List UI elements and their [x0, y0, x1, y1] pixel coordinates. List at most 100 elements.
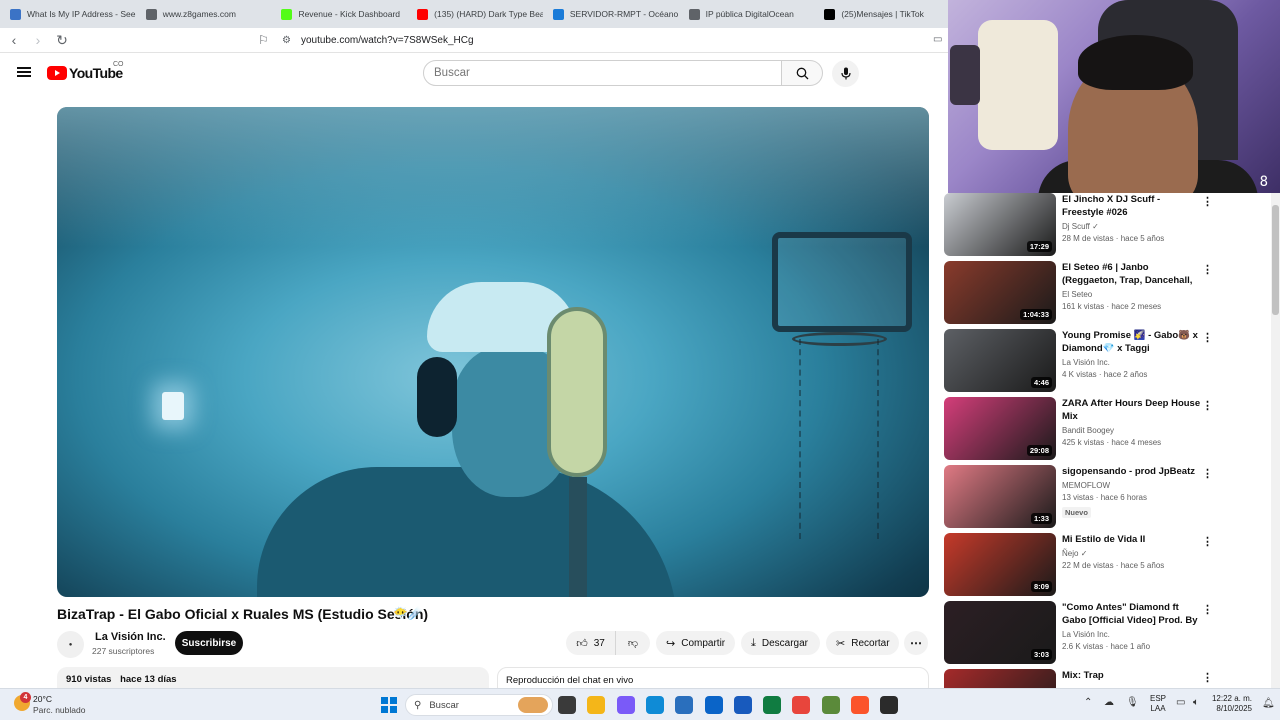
channel-avatar[interactable]: ●	[57, 631, 84, 658]
extensions-icon[interactable]: ▭	[933, 34, 942, 45]
input-language[interactable]: ESP LAA	[1150, 694, 1166, 714]
video-menu-icon[interactable]: ⋮	[1202, 671, 1213, 684]
scrollbar-thumb[interactable]	[1272, 205, 1279, 315]
browser-tab[interactable]: IP pública DigitalOcean	[679, 0, 815, 28]
video-card-meta: 13 vistas · hace 6 horas	[1062, 493, 1147, 502]
copilot-icon[interactable]	[616, 696, 635, 714]
video-card-title[interactable]: ZARA After Hours Deep House Mix	[1062, 397, 1202, 423]
video-card-title[interactable]: El Jincho X DJ Scuff - Freestyle #026	[1062, 193, 1202, 219]
video-thumbnail[interactable]: 3:03	[944, 601, 1056, 664]
video-card-title[interactable]: El Seteo #6 | Janbo (Reggaeton, Trap, Da…	[1062, 261, 1202, 287]
network-icon[interactable]: ▭	[1176, 697, 1185, 708]
notification-bell-icon[interactable]: 🔔︎	[1262, 698, 1275, 709]
start-button[interactable]	[381, 697, 397, 713]
video-menu-icon[interactable]: ⋮	[1202, 195, 1213, 208]
video-card-channel[interactable]: MEMOFLOW	[1062, 481, 1202, 490]
tray-overflow-icon[interactable]: ⌃	[1084, 697, 1092, 708]
recommended-video[interactable]: 1:33 sigopensando - prod JpBeatz MEMOFLOW 1…	[944, 465, 1274, 533]
recommended-video[interactable]: 17:29 El Jincho X DJ Scuff - Freestyle #0…	[944, 193, 1274, 261]
taskbar-search[interactable]: ⚲ Buscar	[405, 694, 553, 716]
video-card-channel[interactable]: La Visión Inc.	[1062, 630, 1202, 639]
recommended-video[interactable]: 4:46 Young Promise 🌠 - Gabo🐻 x Diamond💎 x…	[944, 329, 1274, 397]
video-menu-icon[interactable]: ⋮	[1202, 603, 1213, 616]
video-card-title[interactable]: "Como Antes" Diamond ft Gabo [Official V…	[1062, 601, 1202, 627]
browser-tab[interactable]: SERVIDOR-RMPT - Océano Dig	[543, 0, 679, 28]
video-card-title[interactable]: Mix: Trap	[1062, 669, 1202, 682]
recommended-video[interactable]: 3:03 "Como Antes" Diamond ft Gabo [Offici…	[944, 601, 1274, 669]
browser-tab[interactable]: What Is My IP Address - See Y	[0, 0, 136, 28]
video-card-channel[interactable]: La Visión Inc.	[1062, 358, 1202, 367]
onedrive-icon[interactable]: ☁	[1104, 697, 1114, 708]
browser-tab[interactable]: Revenue - Kick Dashboard	[271, 0, 407, 28]
search-button[interactable]	[782, 60, 823, 86]
obs-icon[interactable]	[880, 696, 899, 714]
scissors-icon: ✂	[836, 637, 846, 650]
video-card-title[interactable]: Mi Estilo de Vida II	[1062, 533, 1202, 546]
video-thumbnail[interactable]: 17:29	[944, 193, 1056, 256]
video-thumbnail[interactable]: 29:08	[944, 397, 1056, 460]
video-card-channel[interactable]: Dj Scuff ✓	[1062, 222, 1202, 231]
video-menu-icon[interactable]: ⋮	[1202, 535, 1213, 548]
weather-temperature[interactable]: 20°C	[33, 694, 52, 704]
video-thumbnail[interactable]: 4:46	[944, 329, 1056, 392]
chat-replay-label: Reproducción del chat en vivo	[506, 675, 634, 686]
video-thumbnail[interactable]: 1:04:33	[944, 261, 1056, 324]
video-player[interactable]	[57, 107, 929, 597]
channel-label: La Visión Inc.	[1062, 630, 1110, 639]
excel-icon[interactable]	[763, 696, 782, 714]
download-button[interactable]: ⤓ Descargar	[741, 631, 820, 655]
tray-mic-icon[interactable]: 🎙︎	[1126, 697, 1139, 708]
menu-icon[interactable]	[17, 67, 31, 77]
video-card-title[interactable]: sigopensando - prod JpBeatz	[1062, 465, 1202, 478]
video-menu-icon[interactable]: ⋮	[1202, 331, 1213, 344]
edge-icon[interactable]	[645, 696, 664, 714]
browser-tab[interactable]: www.z8games.com	[136, 0, 272, 28]
file-explorer-icon[interactable]	[587, 696, 606, 714]
youtube-logo[interactable]: YouTube	[47, 65, 123, 81]
tab-label: Revenue - Kick Dashboard	[298, 9, 401, 19]
address-bar[interactable]: ⚙ youtube.com/watch?v=7S8WSek_HCg	[282, 31, 922, 50]
video-card-channel[interactable]: El Seteo	[1062, 290, 1202, 299]
video-menu-icon[interactable]: ⋮	[1202, 263, 1213, 276]
bookmark-icon[interactable]: ⚐	[258, 33, 269, 47]
recommended-video[interactable]: 29:08 ZARA After Hours Deep House Mix Band…	[944, 397, 1274, 465]
video-card-title[interactable]: Young Promise 🌠 - Gabo🐻 x Diamond💎 x Tag…	[1062, 329, 1202, 355]
more-actions-button[interactable]: ⋯	[904, 631, 928, 655]
clip-button[interactable]: ✂ Recortar	[826, 631, 899, 655]
video-thumbnail[interactable]: 8:09	[944, 533, 1056, 596]
subscribe-button[interactable]: Suscribirse	[175, 631, 243, 655]
video-menu-icon[interactable]: ⋮	[1202, 467, 1213, 480]
forward-icon[interactable]: ›	[28, 32, 48, 48]
browser-tab[interactable]: (135) (HARD) Dark Type Beat -	[407, 0, 543, 28]
weather-description[interactable]: Parc. nublado	[33, 705, 85, 715]
video-duration: 4:46	[1030, 377, 1052, 388]
like-button[interactable]: 👍︎ 37	[566, 631, 616, 655]
volume-icon[interactable]: 🔈︎	[1193, 697, 1199, 708]
recommended-video[interactable]: 8:09 Mi Estilo de Vida II Ñejo ✓ 22 M de vi…	[944, 533, 1274, 601]
recommended-video[interactable]: 1:04:33 El Seteo #6 | Janbo (Reggaeton, T…	[944, 261, 1274, 329]
app-store-icon[interactable]	[675, 696, 694, 714]
word-icon[interactable]	[733, 696, 752, 714]
video-card-channel[interactable]: Ñejo ✓	[1062, 549, 1202, 558]
video-card-channel[interactable]: Bandit Boogey	[1062, 426, 1202, 435]
video-thumbnail[interactable]: 1:33	[944, 465, 1056, 528]
outlook-icon[interactable]	[704, 696, 723, 714]
video-thumbnail[interactable]	[944, 669, 1056, 688]
site-info-icon[interactable]: ⚙	[282, 35, 291, 46]
channel-name[interactable]: La Visión Inc.	[95, 631, 166, 643]
search-input[interactable]	[423, 60, 782, 86]
video-info: sigopensando - prod JpBeatz MEMOFLOW 13 vi…	[1062, 465, 1202, 520]
share-button[interactable]: ↪ Compartir	[656, 631, 735, 655]
brave-icon[interactable]	[851, 696, 869, 714]
minecraft-icon[interactable]	[821, 696, 840, 714]
task-view-icon[interactable]	[558, 696, 576, 714]
voice-search-button[interactable]	[832, 60, 859, 87]
back-icon[interactable]: ‹	[4, 32, 24, 48]
reload-icon[interactable]: ↻	[52, 32, 72, 49]
browser-tab[interactable]: (25)Mensajes | TikTok	[814, 0, 950, 28]
recommended-video[interactable]: Mix: Trap ⋮	[944, 669, 1274, 688]
chrome-icon[interactable]	[792, 696, 811, 714]
system-clock[interactable]: 12:22 a. m. 8/10/2025	[1210, 694, 1252, 714]
dislike-button[interactable]: 👎︎	[616, 637, 650, 649]
video-menu-icon[interactable]: ⋮	[1202, 399, 1213, 412]
